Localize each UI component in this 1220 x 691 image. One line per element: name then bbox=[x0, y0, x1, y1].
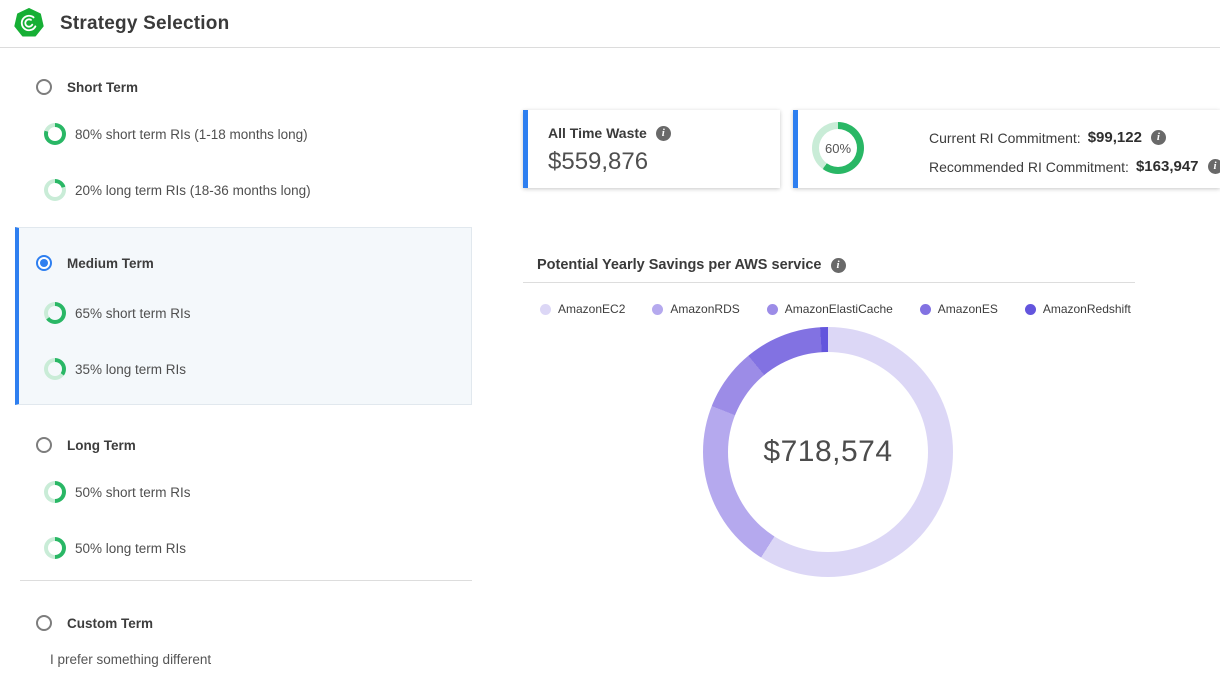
mini-donut-80 bbox=[44, 123, 66, 145]
strategy-long-term[interactable]: Long Term bbox=[36, 437, 136, 453]
savings-chart-title: Potential Yearly Savings per AWS service… bbox=[537, 257, 846, 273]
chart-divider bbox=[523, 282, 1135, 283]
legend-dot bbox=[540, 304, 551, 315]
utilization-donut: 60% bbox=[812, 122, 864, 174]
all-time-waste-card: All Time Waste i $559,876 bbox=[523, 110, 780, 188]
short-term-label: Short Term bbox=[67, 80, 138, 95]
savings-total-label: $718,574 bbox=[703, 327, 953, 577]
info-icon[interactable]: i bbox=[1208, 159, 1220, 174]
short-term-option-2: 20% long term RIs (18-36 months long) bbox=[44, 179, 311, 201]
long-term-radio[interactable] bbox=[36, 437, 52, 453]
legend-dot bbox=[767, 304, 778, 315]
section-divider bbox=[20, 580, 472, 581]
info-icon[interactable]: i bbox=[1151, 130, 1166, 145]
strategy-short-term[interactable]: Short Term bbox=[36, 79, 138, 95]
long-term-option-1: 50% short term RIs bbox=[44, 481, 191, 503]
medium-term-option-2: 35% long term RIs bbox=[44, 358, 186, 380]
info-icon[interactable]: i bbox=[656, 126, 671, 141]
long-term-option-2: 50% long term RIs bbox=[44, 537, 186, 559]
all-time-waste-value: $559,876 bbox=[548, 148, 648, 176]
page-header: Strategy Selection bbox=[0, 0, 1220, 48]
strategy-selection-page: Strategy Selection Short Term 80% short … bbox=[0, 0, 1220, 691]
medium-term-radio[interactable] bbox=[36, 255, 52, 271]
savings-donut-chart[interactable]: $718,574 bbox=[703, 327, 953, 577]
utilization-percent-label: 60% bbox=[812, 122, 864, 174]
legend-item-amazonec2[interactable]: AmazonEC2 bbox=[540, 302, 625, 316]
mini-donut-50b bbox=[44, 537, 66, 559]
recommended-ri-commitment-row: Recommended RI Commitment: $163,947 i bbox=[929, 158, 1220, 175]
short-term-radio[interactable] bbox=[36, 79, 52, 95]
legend-dot bbox=[1025, 304, 1036, 315]
legend-item-amazonrds[interactable]: AmazonRDS bbox=[652, 302, 739, 316]
mini-donut-35 bbox=[44, 358, 66, 380]
custom-term-radio[interactable] bbox=[36, 615, 52, 631]
strategy-medium-term[interactable]: Medium Term bbox=[36, 255, 154, 271]
current-ri-commitment-row: Current RI Commitment: $99,122 i bbox=[929, 129, 1166, 146]
mini-donut-50a bbox=[44, 481, 66, 503]
ri-commitment-card: 60% Current RI Commitment: $99,122 i Rec… bbox=[793, 110, 1220, 188]
recommended-ri-commitment-value: $163,947 bbox=[1136, 158, 1199, 175]
medium-term-label: Medium Term bbox=[67, 256, 154, 271]
all-time-waste-title: All Time Waste bbox=[548, 125, 647, 141]
custom-term-label: Custom Term bbox=[67, 616, 153, 631]
legend-item-amazonelasticache[interactable]: AmazonElastiCache bbox=[767, 302, 893, 316]
legend-dot bbox=[920, 304, 931, 315]
cloudability-logo-icon bbox=[14, 8, 44, 38]
chart-legend: AmazonEC2 AmazonRDS AmazonElastiCache Am… bbox=[540, 302, 1131, 316]
strategy-custom-term[interactable]: Custom Term bbox=[36, 615, 153, 631]
legend-dot bbox=[652, 304, 663, 315]
custom-term-description: I prefer something different bbox=[50, 652, 211, 667]
current-ri-commitment-value: $99,122 bbox=[1088, 129, 1142, 146]
long-term-label: Long Term bbox=[67, 438, 136, 453]
medium-term-option-1: 65% short term RIs bbox=[44, 302, 191, 324]
page-title: Strategy Selection bbox=[60, 13, 229, 35]
legend-item-amazones[interactable]: AmazonES bbox=[920, 302, 998, 316]
mini-donut-20 bbox=[44, 179, 66, 201]
legend-item-amazonredshift[interactable]: AmazonRedshift bbox=[1025, 302, 1131, 316]
info-icon[interactable]: i bbox=[831, 258, 846, 273]
mini-donut-65 bbox=[44, 302, 66, 324]
short-term-option-1: 80% short term RIs (1-18 months long) bbox=[44, 123, 308, 145]
